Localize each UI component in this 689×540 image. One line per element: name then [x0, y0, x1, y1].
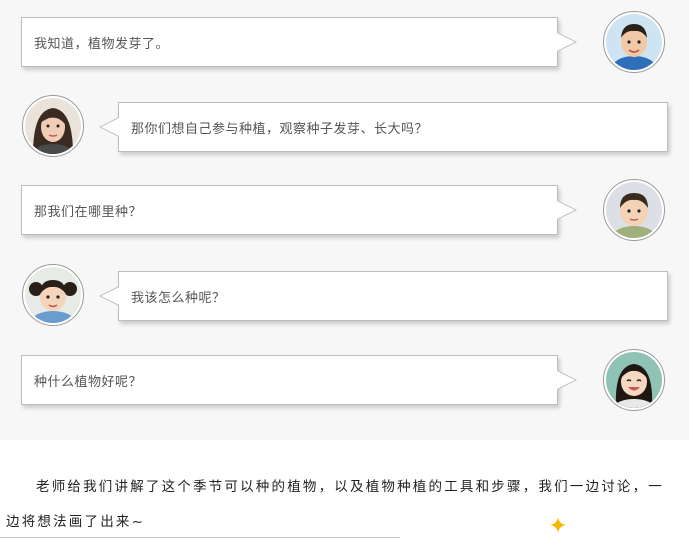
- chat-bubble: 种什么植物好呢？: [21, 355, 577, 405]
- chat-bubble: 那我们在哪里种？: [21, 185, 577, 235]
- chat-row: 我知道，植物发芽了。: [0, 8, 689, 78]
- chat-message-text: 我知道，植物发芽了。: [34, 36, 170, 52]
- boy-avatar-image: [606, 182, 662, 238]
- chat-row: 那我们在哪里种？: [0, 176, 689, 246]
- teacher-avatar: [22, 95, 84, 157]
- boy-avatar: [603, 11, 665, 73]
- sparkle-icon: [550, 517, 566, 533]
- bubble-tail-fill: [557, 371, 575, 389]
- chat-bubble: 我该怎么种呢？: [99, 271, 668, 321]
- chat-bubble: 我知道，植物发芽了。: [21, 17, 577, 67]
- chat-bubble: 那你们想自己参与种植，观察种子发芽、长大吗？: [99, 102, 668, 152]
- chat-message-text: 那你们想自己参与种植，观察种子发芽、长大吗？: [131, 121, 429, 137]
- girl-avatar: [603, 349, 665, 411]
- bubble-tail-fill: [557, 201, 575, 219]
- bubble-tail-fill: [557, 33, 575, 51]
- bubble-tail-fill: [101, 118, 119, 136]
- article-paragraph-line-2: 边将想法画了出来~: [6, 514, 146, 530]
- chat-message-text: 那我们在哪里种？: [34, 204, 143, 220]
- boy-avatar-image: [606, 14, 662, 70]
- teacher-avatar-image: [25, 98, 81, 154]
- chat-area: 我知道，植物发芽了。 那你们想自己参与种植，观察种子发芽、长大吗？ 那我们在哪里…: [0, 0, 689, 440]
- divider: [0, 537, 400, 538]
- chat-row: 我该怎么种呢？: [0, 261, 689, 331]
- chat-message-text: 我该怎么种呢？: [131, 290, 226, 306]
- girl-avatar: [22, 264, 84, 326]
- article-paragraph-line-1: 老师给我们讲解了这个季节可以种的植物，以及植物种植的工具和步骤，我们一边讨论，一: [36, 479, 664, 495]
- boy-avatar: [603, 179, 665, 241]
- bubble-tail-fill: [101, 287, 119, 305]
- girl-avatar-image: [606, 352, 662, 408]
- chat-message-text: 种什么植物好呢？: [34, 374, 143, 390]
- chat-row: 种什么植物好呢？: [0, 346, 689, 416]
- girl-avatar-image: [25, 267, 81, 323]
- chat-row: 那你们想自己参与种植，观察种子发芽、长大吗？: [0, 92, 689, 162]
